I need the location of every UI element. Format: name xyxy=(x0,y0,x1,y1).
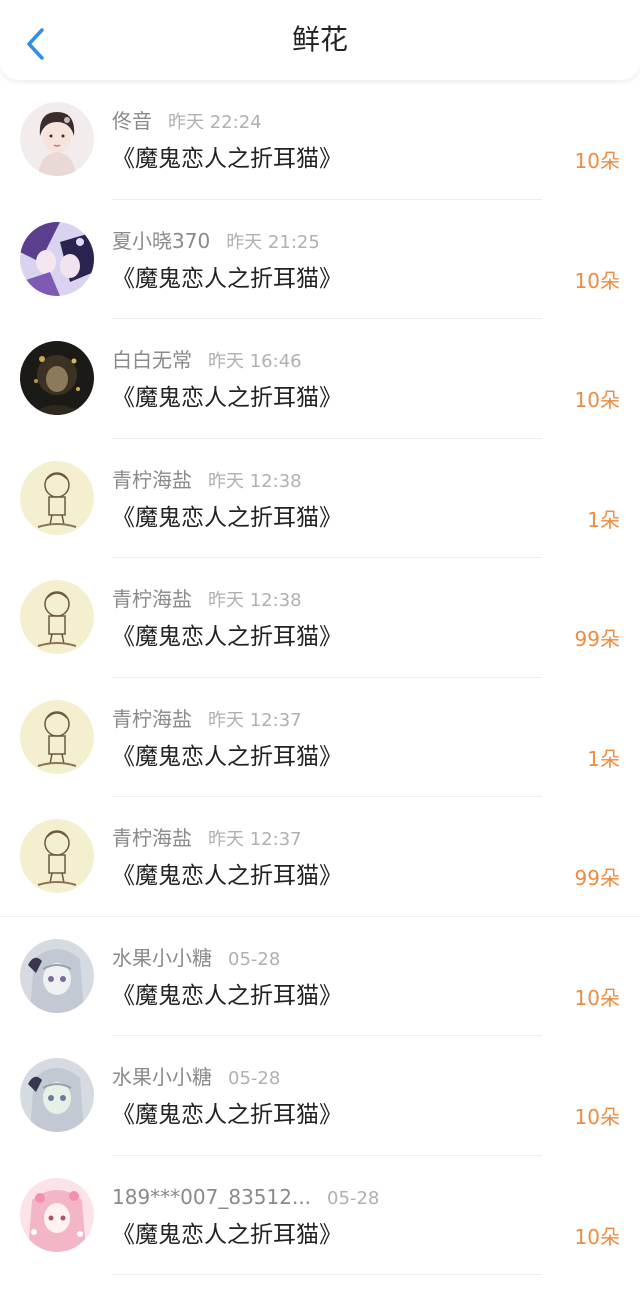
timestamp: 昨天 21:25 xyxy=(226,231,320,253)
timestamp: 昨天 12:37 xyxy=(208,709,302,731)
flower-count: 10朵 xyxy=(574,268,620,293)
flower-list: 佟音 昨天 22:24 《魔鬼恋人之折耳猫》 10朵 夏小晓370 昨天 21:25… xyxy=(0,80,640,1275)
timestamp: 昨天 12:37 xyxy=(208,829,302,850)
item-meta: 夏小晓370 昨天 21:25 xyxy=(112,226,320,256)
list-item[interactable]: 189***007_83512... 05-28 《魔鬼恋人之折耳猫》 10朵 xyxy=(0,1156,640,1275)
item-meta: 水果小小糖 05-28 xyxy=(112,943,280,973)
flower-count: 99朵 xyxy=(574,866,620,890)
flower-count: 1朵 xyxy=(587,507,620,532)
book-title[interactable]: 《魔鬼恋人之折耳猫》 xyxy=(112,381,342,415)
user-name[interactable]: 水果小小糖 xyxy=(112,1065,212,1089)
avatar[interactable] xyxy=(20,341,94,415)
user-name[interactable]: 青柠海盐 xyxy=(112,826,192,850)
book-title[interactable]: 《魔鬼恋人之折耳猫》 xyxy=(112,142,342,176)
book-title[interactable]: 《魔鬼恋人之折耳猫》 xyxy=(112,1218,342,1252)
timestamp: 05-28 xyxy=(228,1068,281,1089)
user-name[interactable]: 189***007_83512... xyxy=(112,1185,311,1209)
avatar[interactable] xyxy=(20,1058,94,1132)
list-item[interactable]: 夏小晓370 昨天 21:25 《魔鬼恋人之折耳猫》 10朵 xyxy=(0,200,640,319)
avatar[interactable] xyxy=(20,819,94,893)
item-meta: 水果小小糖 05-28 xyxy=(112,1062,280,1092)
flower-count: 10朵 xyxy=(574,149,620,173)
list-item[interactable]: 白白无常 昨天 16:46 《魔鬼恋人之折耳猫》 10朵 xyxy=(0,319,640,439)
list-item[interactable]: 水果小小糖 05-28 《魔鬼恋人之折耳猫》 10朵 xyxy=(0,1036,640,1156)
avatar[interactable] xyxy=(20,460,94,535)
book-title[interactable]: 《魔鬼恋人之折耳猫》 xyxy=(112,501,342,535)
item-meta: 白白无常 昨天 16:46 xyxy=(112,345,302,375)
avatar[interactable] xyxy=(20,221,94,296)
list-item[interactable]: 青柠海盐 昨天 12:37 《魔鬼恋人之折耳猫》 1朵 xyxy=(0,678,640,797)
list-item[interactable]: 佟音 昨天 22:24 《魔鬼恋人之折耳猫》 10朵 xyxy=(0,80,640,200)
avatar[interactable] xyxy=(20,580,94,654)
avatar[interactable] xyxy=(20,938,94,1013)
user-name[interactable]: 青柠海盐 xyxy=(112,468,192,492)
divider xyxy=(112,1274,542,1275)
item-meta: 189***007_83512... 05-28 xyxy=(112,1182,379,1212)
item-meta: 青柠海盐 昨天 12:37 xyxy=(112,823,302,853)
flower-count: 10朵 xyxy=(574,1224,620,1249)
avatar[interactable] xyxy=(20,699,94,774)
book-title[interactable]: 《魔鬼恋人之折耳猫》 xyxy=(112,262,342,296)
user-name[interactable]: 佟音 xyxy=(112,109,152,133)
timestamp: 昨天 12:38 xyxy=(208,590,302,611)
user-name[interactable]: 夏小晓370 xyxy=(112,229,210,253)
page-title: 鲜花 xyxy=(291,23,348,56)
book-title[interactable]: 《魔鬼恋人之折耳猫》 xyxy=(112,859,342,893)
timestamp: 05-28 xyxy=(228,948,281,970)
user-name[interactable]: 白白无常 xyxy=(112,348,192,372)
item-meta: 青柠海盐 昨天 12:37 xyxy=(112,704,302,734)
book-title[interactable]: 《魔鬼恋人之折耳猫》 xyxy=(112,620,342,654)
timestamp: 昨天 22:24 xyxy=(168,112,262,133)
timestamp: 05-28 xyxy=(327,1187,380,1209)
flower-count: 10朵 xyxy=(574,985,620,1010)
list-item[interactable]: 青柠海盐 昨天 12:38 《魔鬼恋人之折耳猫》 99朵 xyxy=(0,558,640,678)
book-title[interactable]: 《魔鬼恋人之折耳猫》 xyxy=(112,979,342,1013)
timestamp: 昨天 12:38 xyxy=(208,470,302,492)
flower-count: 99朵 xyxy=(574,627,620,651)
list-item[interactable]: 水果小小糖 05-28 《魔鬼恋人之折耳猫》 10朵 xyxy=(0,917,640,1036)
flower-count: 10朵 xyxy=(574,1105,620,1129)
list-item[interactable]: 青柠海盐 昨天 12:37 《魔鬼恋人之折耳猫》 99朵 xyxy=(0,797,640,917)
timestamp: 昨天 16:46 xyxy=(208,351,302,372)
top-bar: 鲜花 xyxy=(0,0,640,80)
book-title[interactable]: 《魔鬼恋人之折耳猫》 xyxy=(112,1098,342,1132)
book-title[interactable]: 《魔鬼恋人之折耳猫》 xyxy=(112,740,342,774)
user-name[interactable]: 青柠海盐 xyxy=(112,587,192,611)
flower-count: 1朵 xyxy=(587,746,620,771)
item-meta: 青柠海盐 昨天 12:38 xyxy=(112,584,302,614)
list-item[interactable]: 青柠海盐 昨天 12:38 《魔鬼恋人之折耳猫》 1朵 xyxy=(0,439,640,558)
flower-count: 10朵 xyxy=(574,388,620,412)
user-name[interactable]: 水果小小糖 xyxy=(112,946,212,970)
item-meta: 青柠海盐 昨天 12:38 xyxy=(112,465,302,495)
avatar[interactable] xyxy=(20,102,94,176)
item-meta: 佟音 昨天 22:24 xyxy=(112,106,262,136)
avatar[interactable] xyxy=(20,1177,94,1252)
user-name[interactable]: 青柠海盐 xyxy=(112,707,192,731)
